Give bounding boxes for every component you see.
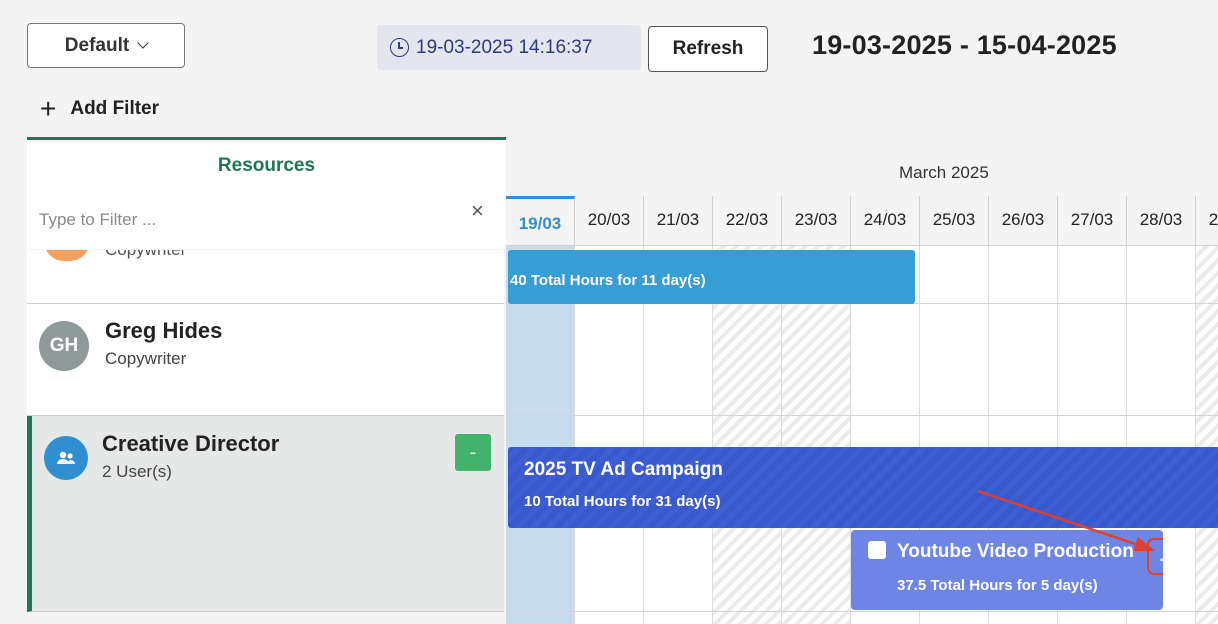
view-select-label: Default	[64, 34, 130, 56]
collapse-group-button[interactable]: -	[455, 434, 491, 471]
add-filter-label: Add Filter	[70, 98, 160, 119]
day-header[interactable]: 24/03	[851, 196, 920, 246]
resource-name: Creative Director	[102, 431, 280, 456]
day-header[interactable]: 29/03	[1196, 196, 1218, 246]
timestamp-text: 19-03-2025 14:16:37	[416, 36, 593, 58]
task-bar-hours: 37.5 Total Hours for 5 day(s)	[897, 577, 1098, 594]
resource-row-selected[interactable]: Creative Director 2 User(s) -	[27, 416, 504, 612]
timeline-grid: 19/03 20/03 21/03 22/03 23/03 24/03 25/03 26/03…	[506, 196, 1218, 624]
resource-subtitle: Copywriter	[105, 349, 187, 368]
clear-filter-icon[interactable]: ×	[471, 198, 484, 224]
resource-name: Greg Hides	[105, 318, 223, 343]
task-bar-hours: 40 Total Hours for 11 day(s)	[510, 272, 706, 289]
day-header[interactable]: 21/03	[644, 196, 713, 246]
day-header[interactable]: 26/03	[989, 196, 1058, 246]
month-label: March 2025	[899, 163, 989, 182]
row-divider	[506, 415, 1218, 416]
refresh-button[interactable]: Refresh	[648, 26, 768, 72]
resources-title: Resources	[217, 155, 316, 176]
date-range-title: 19-03-2025 - 15-04-2025	[812, 30, 1117, 60]
day-header[interactable]: 25/03	[920, 196, 989, 246]
avatar: GH	[39, 321, 89, 371]
row-divider	[506, 611, 1218, 612]
resource-subtitle: Copywriter	[105, 250, 186, 262]
plus-icon: +	[40, 93, 57, 124]
clock-icon	[390, 38, 409, 57]
day-header[interactable]: 27/03	[1058, 196, 1127, 246]
task-checkbox[interactable]	[868, 541, 886, 559]
task-bar-title: 2025 TV Ad Campaign	[524, 459, 723, 480]
more-options-button[interactable]: ...	[1147, 538, 1163, 575]
task-bar-title-clipped	[508, 252, 915, 258]
add-filter-button[interactable]: + Add Filter	[40, 95, 159, 123]
users-icon	[44, 436, 88, 480]
avatar	[44, 250, 90, 261]
resource-subtitle: 2 User(s)	[102, 462, 172, 481]
last-updated-timestamp: 19-03-2025 14:16:37	[377, 25, 641, 70]
chevron-down-icon	[137, 36, 149, 49]
task-bar-copywriter[interactable]: 40 Total Hours for 11 day(s)	[508, 250, 915, 304]
day-header[interactable]: 22/03	[713, 196, 782, 246]
day-header[interactable]: 20/03	[575, 196, 644, 246]
day-header[interactable]: 23/03	[782, 196, 851, 246]
task-bar-hours: 10 Total Hours for 31 day(s)	[524, 493, 721, 510]
day-column	[1196, 196, 1218, 624]
day-header[interactable]: 28/03	[1127, 196, 1196, 246]
resources-header: Resources ×	[27, 137, 506, 249]
view-select-dropdown[interactable]: Default	[27, 23, 185, 68]
task-bar-tv-ad-campaign[interactable]: 2025 TV Ad Campaign 10 Total Hours for 3…	[508, 447, 1218, 528]
task-bar-title: Youtube Video Production	[897, 541, 1134, 562]
day-header[interactable]: 19/03	[506, 196, 575, 246]
resource-row[interactable]: Copywriter	[27, 250, 504, 304]
resource-row[interactable]: GH Greg Hides Copywriter	[27, 304, 504, 416]
task-bar-youtube-video[interactable]: Youtube Video Production 37.5 Total Hour…	[851, 530, 1163, 610]
resource-filter-input[interactable]	[39, 205, 469, 235]
